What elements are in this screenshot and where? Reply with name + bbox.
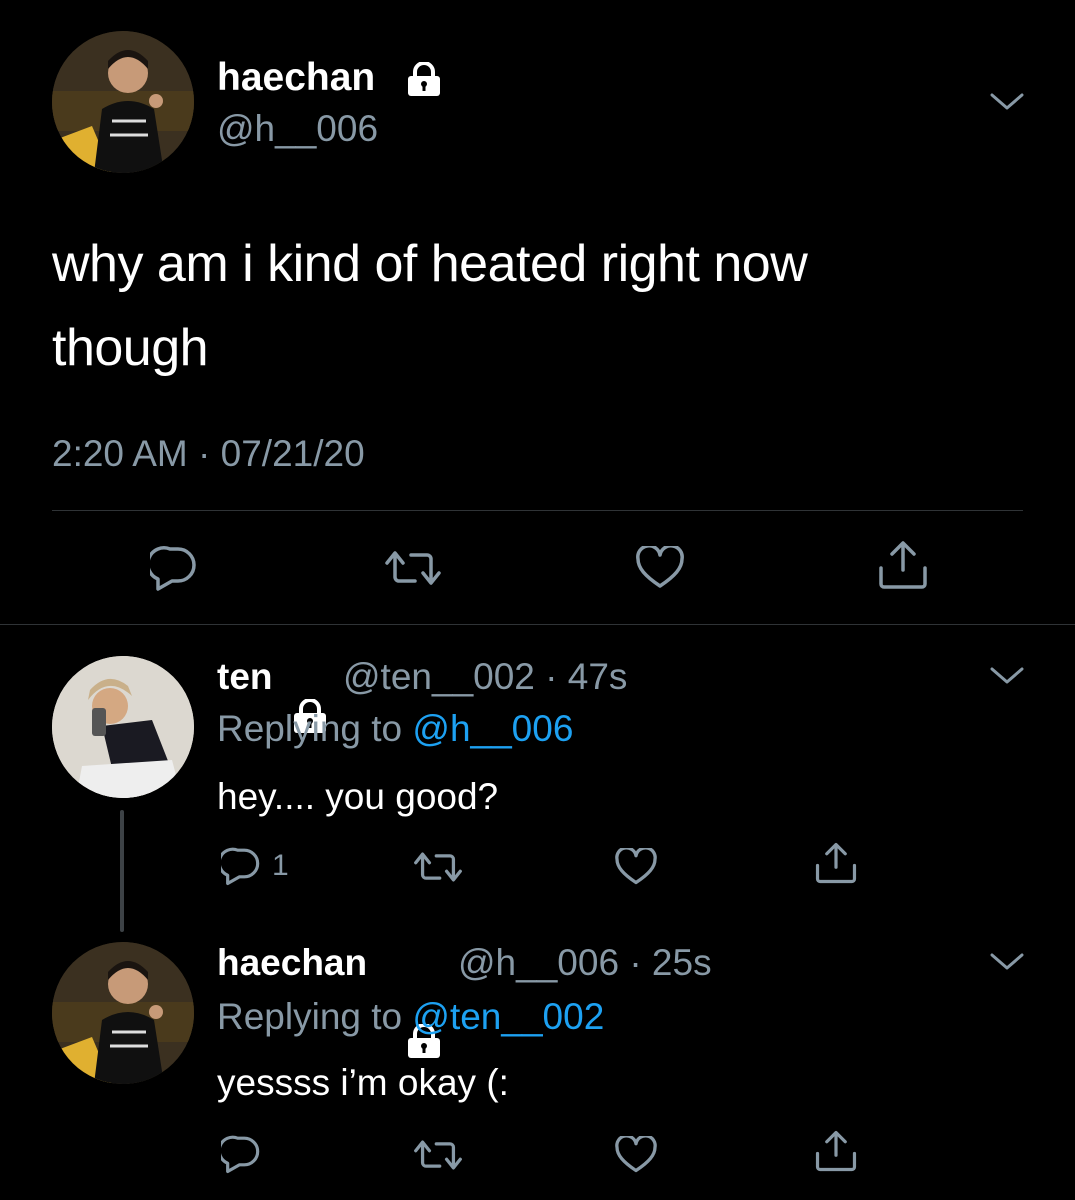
share-icon[interactable] [877, 540, 929, 595]
chevron-down-icon[interactable] [990, 952, 1024, 977]
divider [52, 510, 1023, 511]
avatar[interactable] [52, 31, 194, 173]
handle[interactable]: @h__006 [217, 108, 378, 150]
retweet-icon[interactable] [414, 849, 462, 890]
reply-icon[interactable] [217, 1134, 261, 1179]
reply-count: 1 [272, 849, 289, 882]
reply-icon[interactable] [217, 846, 261, 891]
tweet-text: hey.... you good? [217, 776, 499, 817]
retweet-icon[interactable] [414, 1137, 462, 1178]
divider [0, 624, 1075, 625]
share-icon[interactable] [814, 1130, 858, 1177]
thread-line [120, 810, 124, 932]
like-icon[interactable] [614, 846, 658, 891]
avatar[interactable] [52, 656, 194, 798]
tweet-text: why am i kind of heated right now though [52, 235, 808, 377]
chevron-down-icon[interactable] [990, 92, 1024, 117]
mention-link[interactable]: @h__006 [412, 708, 573, 749]
retweet-icon[interactable] [385, 547, 441, 594]
share-icon[interactable] [814, 842, 858, 889]
reply-meta: @h__006 · 25s [458, 942, 712, 984]
lock-icon [404, 61, 444, 101]
display-name[interactable]: haechan [217, 56, 375, 100]
time[interactable]: · 47s [545, 656, 627, 697]
tweet-text: yessss i’m okay (: [217, 1062, 509, 1103]
reply-icon[interactable] [146, 545, 198, 596]
handle[interactable]: @ten__002 [343, 656, 535, 697]
replying-to: Replying to @ten__002 [217, 996, 605, 1037]
display-name[interactable]: haechan [217, 942, 367, 983]
time[interactable]: · 25s [629, 942, 711, 983]
timestamp[interactable]: 2:20 AM · 07/21/20 [52, 433, 365, 475]
display-name[interactable]: ten [217, 656, 273, 697]
reply-meta: @ten__002 · 47s [343, 656, 627, 698]
avatar[interactable] [52, 942, 194, 1084]
mention-link[interactable]: @ten__002 [412, 996, 604, 1037]
like-icon[interactable] [614, 1134, 658, 1179]
reply-header: haechan [217, 942, 367, 984]
main-tweet: haechan @h__006 why am i kind of heated … [0, 0, 1075, 591]
handle[interactable]: @h__006 [458, 942, 619, 983]
replying-to: Replying to @h__006 [217, 708, 574, 749]
like-icon[interactable] [635, 544, 685, 595]
chevron-down-icon[interactable] [990, 666, 1024, 691]
reply-header: ten [217, 656, 273, 698]
